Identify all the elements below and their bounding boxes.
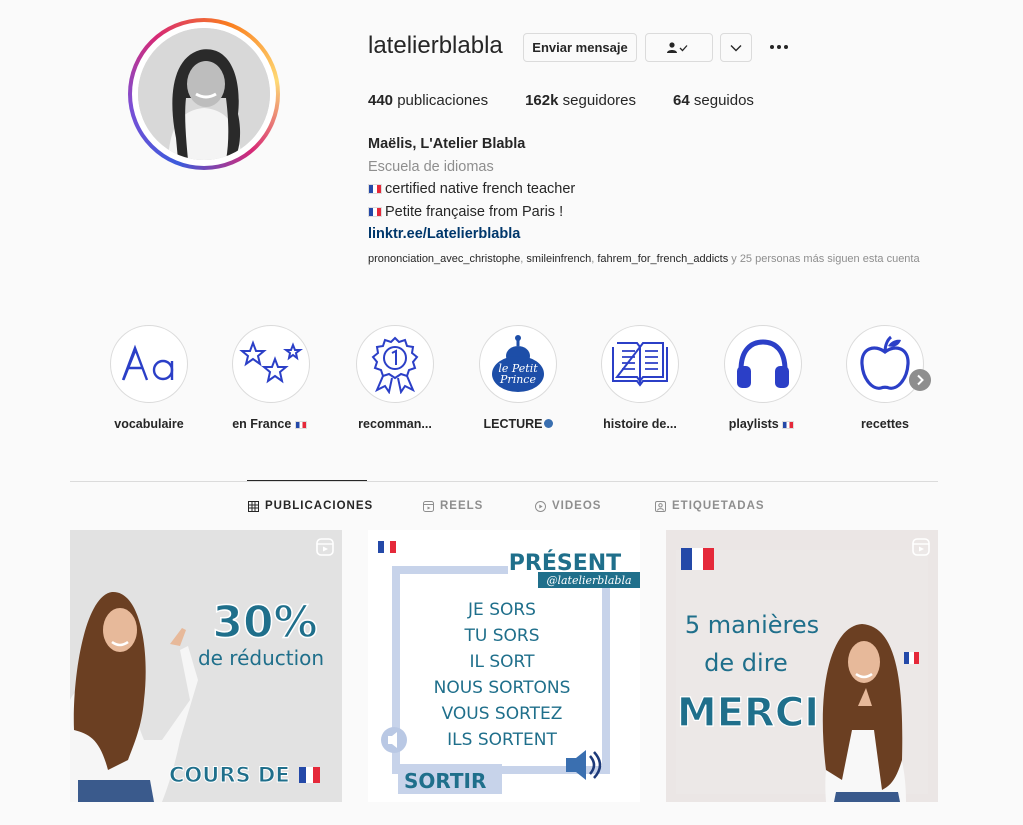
french-flag-icon [299, 767, 320, 783]
french-flag-icon [368, 206, 382, 217]
conjugation-line: IL SORT [469, 652, 535, 672]
active-tab-indicator [247, 480, 367, 481]
profile-username: latelierblabla [368, 32, 503, 59]
category-label: Escuela de idiomas [368, 158, 494, 175]
tab-reels[interactable]: REELS [423, 500, 483, 512]
follower-username[interactable]: fahrem_for_french_addicts [597, 253, 728, 265]
french-flag-icon [378, 541, 396, 553]
conjugation-line: JE SORS [467, 600, 536, 620]
letters-aa-icon [121, 344, 174, 381]
petit-prince-icon: le Petit Prince [492, 335, 544, 392]
person-check-icon [667, 41, 688, 53]
reels-icon [423, 500, 434, 512]
post-line1: 5 manières [685, 611, 819, 639]
stars-icon [239, 340, 303, 384]
tab-publicaciones[interactable]: PUBLICACIONES [248, 500, 373, 512]
highlight-lecture[interactable]: le Petit Prince LECTURE [463, 325, 573, 431]
dot-icon [770, 45, 774, 49]
full-name: Maëlis, L'Atelier Blabla [368, 136, 526, 152]
french-flag-icon [294, 421, 307, 429]
highlight-recommandations[interactable]: recomman... [340, 325, 450, 431]
post-sub-text: de réduction [198, 646, 324, 670]
reel-badge-icon [316, 538, 334, 561]
french-flag-icon [681, 548, 714, 570]
headphones-icon [737, 339, 789, 388]
post-handle: @latelierblabla [546, 574, 631, 587]
play-icon [535, 500, 546, 512]
award-ribbon-icon [371, 336, 419, 394]
chevron-right-icon [917, 374, 924, 386]
profile-bio: Maëlis, L'Atelier Blabla Escuela de idio… [368, 133, 575, 246]
conjugation-line: NOUS SORTONS [434, 678, 571, 698]
dot-icon [784, 45, 788, 49]
french-flag-icon [904, 652, 919, 664]
french-flag-icon [782, 421, 795, 429]
conjugation-line: TU SORS [463, 626, 539, 646]
suggested-accounts-button[interactable] [720, 33, 752, 62]
highlights-next-button[interactable] [909, 369, 931, 391]
chevron-down-icon [730, 44, 742, 51]
follower-username[interactable]: smileinfrench [526, 253, 591, 265]
send-message-button[interactable]: Enviar mensaje [523, 33, 637, 62]
post-thumbnail[interactable]: 5 manières de dire MERCI [666, 530, 938, 802]
post-thumbnail[interactable]: 30% de réduction COURS DE [70, 530, 342, 802]
apple-icon [860, 335, 910, 390]
highlight-en-france[interactable]: en France [216, 325, 326, 431]
post-bottom-text: COURS DE [169, 763, 290, 787]
dot-icon [777, 45, 781, 49]
grid-icon [248, 500, 259, 512]
avatar [138, 28, 270, 160]
post-line2: de dire [704, 649, 788, 677]
follower-username[interactable]: prononciation_avec_christophe [368, 253, 520, 265]
reel-badge-icon [912, 538, 930, 561]
following-stat[interactable]: 64 seguidos [673, 92, 754, 109]
french-flag-icon [368, 184, 382, 194]
tab-videos[interactable]: VIDEOS [535, 500, 601, 512]
tag-user-icon [655, 500, 666, 512]
post-big-text: 30% [212, 597, 317, 648]
followed-by[interactable]: prononciation_avec_christophe, smileinfr… [368, 252, 928, 267]
following-button[interactable] [645, 33, 713, 62]
post-big-text: MERCI [677, 690, 819, 736]
tabs-divider [70, 481, 938, 482]
more-options-button[interactable] [766, 36, 792, 58]
globe-icon [543, 419, 553, 428]
bio-link[interactable]: linktr.ee/Latelierblabla [368, 223, 575, 246]
highlight-vocabulaire[interactable]: vocabulaire [94, 325, 204, 431]
svg-text:Prince: Prince [499, 373, 536, 386]
post-thumbnail[interactable]: PRÉSENT @latelierblabla JE SORS TU SORS IL… [368, 530, 640, 802]
profile-avatar-ring[interactable] [128, 18, 280, 170]
highlight-histoire[interactable]: histoire de... [585, 325, 695, 431]
profile-stats: 440 publicaciones 162k seguidores 64 seg… [368, 92, 791, 109]
tab-etiquetadas[interactable]: ETIQUETADAS [655, 500, 765, 512]
bio-line: certified native french teacher [368, 178, 575, 201]
conjugation-line: VOUS SORTEZ [442, 704, 563, 724]
bio-line: Petite française from Paris ! [368, 201, 575, 224]
post-verb: SORTIR [404, 769, 486, 793]
followers-stat[interactable]: 162k seguidores [525, 92, 636, 109]
conjugation-line: ILS SORTENT [447, 730, 557, 750]
open-book-icon [612, 342, 668, 387]
highlight-playlists[interactable]: playlists [708, 325, 818, 431]
posts-stat: 440 publicaciones [368, 92, 489, 109]
